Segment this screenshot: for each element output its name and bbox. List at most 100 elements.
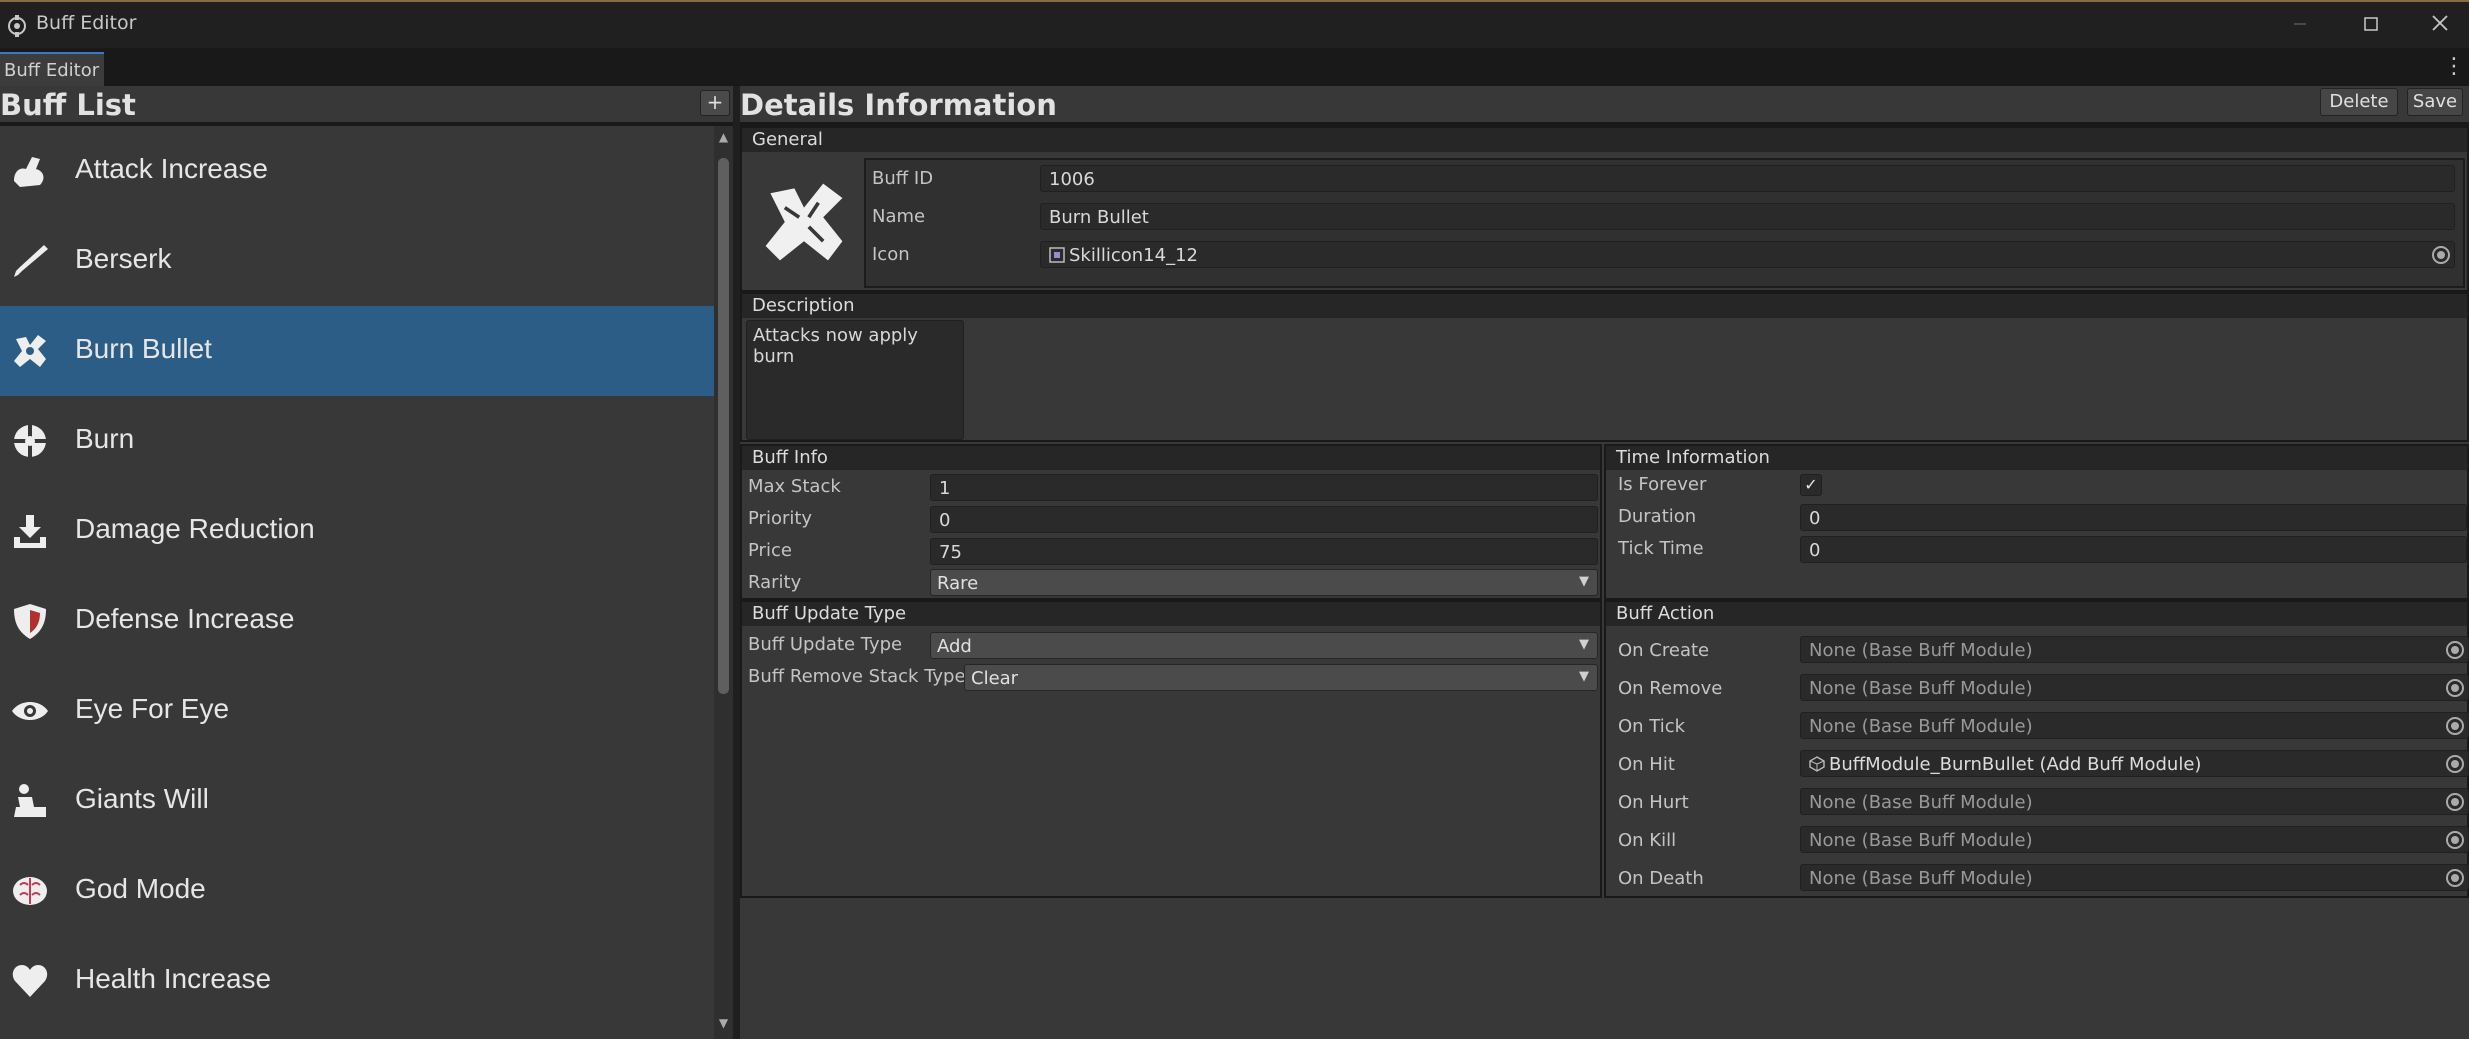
max-stack-label: Max Stack: [748, 476, 841, 497]
buff-list-title: Buff List: [0, 88, 136, 122]
buff-id-label: Buff ID: [872, 168, 934, 189]
is-forever-checkbox[interactable]: ✓: [1800, 474, 1822, 496]
buff-update-type-value: Add: [937, 636, 972, 657]
on-remove-field[interactable]: None (Base Buff Module): [1800, 674, 2469, 701]
scroll-up-arrow-icon[interactable]: ▲: [716, 130, 731, 146]
buff-remove-stack-type-value: Clear: [971, 668, 1019, 689]
delete-button[interactable]: Delete: [2320, 88, 2398, 116]
eye-icon: [12, 702, 48, 720]
list-item-berserk[interactable]: Berserk: [0, 216, 714, 306]
list-item-damage-reduction[interactable]: Damage Reduction: [0, 486, 714, 576]
buff-update-type-section-title: Buff Update Type: [742, 602, 1600, 626]
on-kill-field[interactable]: None (Base Buff Module): [1800, 826, 2469, 853]
tick-time-label: Tick Time: [1618, 538, 1704, 559]
add-buff-button[interactable]: +: [700, 90, 730, 116]
buff-list: Attack Increase Berserk Burn Bullet Burn…: [0, 126, 714, 1039]
time-information-section-title: Time Information: [1606, 446, 2467, 470]
on-hurt-value: None (Base Buff Module): [1809, 792, 2033, 813]
list-item-label: Burn: [75, 423, 135, 454]
panel-splitter[interactable]: [733, 86, 740, 1039]
save-button[interactable]: Save: [2407, 88, 2463, 116]
buff-remove-stack-type-dropdown[interactable]: Clear ▼: [964, 664, 1598, 691]
list-item-label: Defense Increase: [75, 603, 295, 634]
list-item-eye-for-eye[interactable]: Eye For Eye: [0, 666, 714, 756]
buff-info-section: Buff Info Max Stack 1 Priority 0 Price 7…: [740, 444, 1602, 600]
on-hurt-label: On Hurt: [1618, 792, 1689, 813]
list-item-burn[interactable]: Burn: [0, 396, 714, 486]
list-item-defense-increase[interactable]: Defense Increase: [0, 576, 714, 666]
price-field[interactable]: 75: [930, 538, 1598, 565]
giant-icon: [14, 784, 46, 817]
scroll-down-arrow-icon[interactable]: ▼: [716, 1016, 731, 1032]
on-death-field[interactable]: None (Base Buff Module): [1800, 864, 2469, 891]
on-create-field[interactable]: None (Base Buff Module): [1800, 636, 2469, 663]
more-options-icon[interactable]: ⋮: [2443, 54, 2465, 79]
on-hit-label: On Hit: [1618, 754, 1675, 775]
object-picker-icon[interactable]: [2446, 869, 2464, 887]
list-item-god-mode[interactable]: God Mode: [0, 846, 714, 936]
name-label: Name: [872, 206, 926, 227]
tab-strip: [0, 48, 2469, 86]
shield-icon: [14, 604, 46, 639]
icon-field[interactable]: Skillicon14_12: [1040, 241, 2455, 268]
buff-preview-icon: [765, 183, 843, 261]
buff-remove-stack-type-label: Buff Remove Stack Type: [748, 666, 966, 687]
list-item-health-increase[interactable]: Health Increase: [0, 936, 714, 1026]
list-item-label: Berserk: [75, 243, 172, 274]
object-picker-icon[interactable]: [2446, 717, 2464, 735]
rarity-dropdown[interactable]: Rare ▼: [930, 569, 1598, 596]
list-item-burn-bullet[interactable]: Burn Bullet: [0, 306, 714, 396]
general-section: General Buff ID 1006 Name Burn Bullet Ic…: [740, 126, 2469, 292]
on-hit-field[interactable]: BuffModule_BurnBullet (Add Buff Module): [1800, 750, 2469, 777]
description-textarea[interactable]: Attacks now apply burn: [746, 320, 964, 440]
list-item-label: Eye For Eye: [75, 693, 230, 724]
unity-app-icon: [8, 15, 26, 37]
list-item-attack-increase[interactable]: Attack Increase: [0, 126, 714, 216]
download-tray-icon: [14, 515, 46, 548]
object-picker-icon[interactable]: [2446, 679, 2464, 697]
buff-update-type-section: Buff Update Type Buff Update Type Add ▼ …: [740, 600, 1602, 898]
list-scrollbar-thumb[interactable]: [718, 158, 729, 694]
on-create-label: On Create: [1618, 640, 1710, 661]
object-picker-icon[interactable]: [2446, 831, 2464, 849]
icon-label: Icon: [872, 244, 910, 265]
buff-update-type-dropdown[interactable]: Add ▼: [930, 632, 1598, 659]
price-label: Price: [748, 540, 792, 561]
close-button[interactable]: [2415, 10, 2465, 42]
max-stack-field[interactable]: 1: [930, 474, 1598, 501]
on-hurt-field[interactable]: None (Base Buff Module): [1800, 788, 2469, 815]
buff-id-field[interactable]: 1006: [1040, 165, 2455, 192]
chevron-down-icon: ▼: [1579, 637, 1589, 652]
on-tick-field[interactable]: None (Base Buff Module): [1800, 712, 2469, 739]
on-kill-value: None (Base Buff Module): [1809, 830, 2033, 851]
chevron-down-icon: ▼: [1579, 669, 1589, 684]
on-tick-value: None (Base Buff Module): [1809, 716, 2033, 737]
general-section-title: General: [742, 128, 2467, 152]
object-picker-icon[interactable]: [2446, 793, 2464, 811]
list-item-label: Giants Will: [75, 783, 209, 814]
burn-bullet-icon: [14, 335, 46, 367]
description-section-title: Description: [742, 294, 2467, 318]
object-picker-icon[interactable]: [2432, 246, 2450, 264]
on-remove-value: None (Base Buff Module): [1809, 678, 2033, 699]
is-forever-label: Is Forever: [1618, 474, 1707, 495]
crosshair-icon: [12, 423, 48, 459]
list-item-giants-will[interactable]: Giants Will: [0, 756, 714, 846]
buff-update-type-label: Buff Update Type: [748, 634, 903, 655]
priority-field[interactable]: 0: [930, 506, 1598, 533]
maximize-button[interactable]: [2346, 10, 2396, 42]
tick-time-field[interactable]: 0: [1800, 536, 2467, 563]
minimize-button[interactable]: [2275, 10, 2325, 42]
window-title-bar: Buff Editor: [0, 0, 2469, 48]
duration-field[interactable]: 0: [1800, 504, 2467, 531]
tab-buff-editor[interactable]: Buff Editor: [0, 52, 104, 86]
list-item-label: Damage Reduction: [75, 513, 315, 544]
minimize-icon: [2294, 23, 2306, 25]
brain-icon: [13, 877, 47, 905]
object-picker-icon[interactable]: [2446, 755, 2464, 773]
on-tick-label: On Tick: [1618, 716, 1686, 737]
list-item-label: Attack Increase: [75, 153, 268, 184]
object-picker-icon[interactable]: [2446, 641, 2464, 659]
name-field[interactable]: Burn Bullet: [1040, 203, 2455, 230]
blade-icon: [14, 245, 48, 277]
